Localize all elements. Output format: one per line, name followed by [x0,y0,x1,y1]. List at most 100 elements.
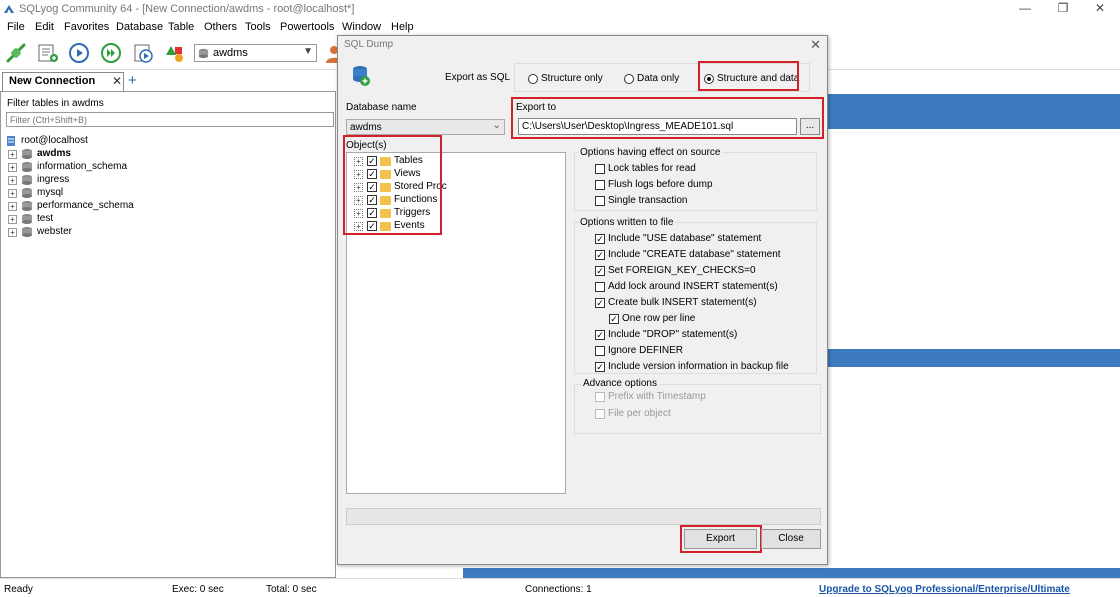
option-label: Add lock around INSERT statement(s) [608,281,778,292]
minimize-button[interactable]: — [1005,0,1045,18]
add-tab-button[interactable]: + [128,72,137,89]
checkbox[interactable]: ✓ [595,234,605,244]
database-icon [22,162,32,172]
menu-file[interactable]: File [7,21,25,33]
option-label: Create bulk INSERT statement(s) [608,297,757,308]
option-ignore-definer[interactable]: Ignore DEFINER [595,345,815,358]
radio-data-only[interactable]: Data only [624,73,694,86]
expand-icon[interactable]: + [8,228,17,237]
option-add-lock-around-insert-statement-s[interactable]: Add lock around INSERT statement(s) [595,281,815,294]
expand-icon[interactable]: + [8,176,17,185]
checkbox[interactable]: ✓ [609,314,619,324]
option-single-transaction[interactable]: Single transaction [595,195,815,208]
checkbox[interactable]: ✓ [595,362,605,372]
expand-icon[interactable]: + [8,215,17,224]
radio-structure-only[interactable]: Structure only [528,73,618,86]
checkbox[interactable] [595,196,605,206]
expand-icon[interactable]: + [8,189,17,198]
execute-query-icon[interactable] [67,41,91,65]
highlight-box-export-type [698,61,799,91]
schema-designer-icon[interactable] [163,41,187,65]
option-label: One row per line [622,313,696,324]
option-set-foreign-key-checks-0[interactable]: ✓ Set FOREIGN_KEY_CHECKS=0 [595,265,815,278]
tree-item-label: test [37,213,54,224]
radio-circle [528,74,538,84]
execute-all-icon[interactable] [99,41,123,65]
tab-label: New Connection [9,75,96,87]
database-name-combo[interactable]: awdms ⌄ [346,119,505,135]
new-query-icon[interactable] [36,41,60,65]
option-include-drop-statement-s[interactable]: ✓ Include "DROP" statement(s) [595,329,815,342]
dialog-close-icon[interactable]: ✕ [810,37,821,53]
menu-bar: File Edit Favorites Database Table Other… [0,19,1120,36]
result-header [828,349,1120,367]
option-label: Include version information in backup fi… [608,361,789,372]
database-icon [198,48,209,59]
checkbox[interactable]: ✓ [595,266,605,276]
filter-input[interactable] [6,112,334,127]
option-label: Include "CREATE database" statement [608,249,781,260]
execute-edit-icon[interactable] [131,41,155,65]
menu-edit[interactable]: Edit [35,21,54,33]
menu-tools[interactable]: Tools [245,21,271,33]
checkbox[interactable]: ✓ [595,250,605,260]
maximize-button[interactable]: ❐ [1043,0,1083,18]
option-label: Ignore DEFINER [608,345,684,356]
option-flush-logs-before-dump[interactable]: Flush logs before dump [595,179,815,192]
tree-item-label: information_schema [37,161,128,172]
database-name-value: awdms [350,122,382,133]
checkbox[interactable] [595,164,605,174]
menu-help[interactable]: Help [391,21,414,33]
menu-window[interactable]: Window [342,21,381,33]
filter-label: Filter tables in awdms [7,98,104,109]
database-select[interactable]: awdms ▼ [194,44,317,62]
checkbox[interactable] [595,180,605,190]
expand-icon[interactable]: + [8,202,17,211]
chevron-down-icon: ▼ [303,46,313,57]
checkbox[interactable]: ✓ [595,330,605,340]
menu-powertools[interactable]: Powertools [280,21,334,33]
option-label: Single transaction [608,195,688,206]
option-label: Set FOREIGN_KEY_CHECKS=0 [608,265,756,276]
window-title: SQLyog Community 64 - [New Connection/aw… [19,3,355,15]
title-bar: SQLyog Community 64 - [New Connection/aw… [0,0,1120,18]
menu-database[interactable]: Database [116,21,163,33]
option-label: Include "USE database" statement [608,233,762,244]
option-lock-tables-for-read[interactable]: Lock tables for read [595,163,815,176]
tree-item-label: webster [37,226,73,237]
sql-dump-icon [353,66,370,86]
sqlyog-logo-icon [4,5,14,13]
menu-table[interactable]: Table [168,21,194,33]
option-label: File per object [608,408,671,419]
close-window-button[interactable]: ✕ [1080,0,1120,18]
tree-item-label: mysql [37,187,64,198]
menu-favorites[interactable]: Favorites [64,21,109,33]
option-create-bulk-insert-statement-s[interactable]: ✓ Create bulk INSERT statement(s) [595,297,815,310]
option-include-version-information-in-backup-file[interactable]: ✓ Include version information in backup f… [595,361,815,374]
highlight-box-objects [343,135,442,235]
tree-item-label: performance_schema [37,200,134,211]
close-button[interactable]: Close [761,529,821,549]
database-icon [22,214,32,224]
option-include-create-database-statement[interactable]: ✓ Include "CREATE database" statement [595,249,815,262]
option-one-row-per-line[interactable]: ✓ One row per line [609,313,829,326]
expand-icon[interactable]: + [8,163,17,172]
tab-new-connection[interactable]: New Connection ✕ [2,72,124,91]
advance-options-title: Advance options [581,378,659,389]
source-options-title: Options having effect on source [578,147,723,158]
expand-icon[interactable]: + [8,150,17,159]
database-icon [22,149,32,159]
upgrade-link[interactable]: Upgrade to SQLyog Professional/Enterpris… [819,584,1070,595]
bottom-band [463,568,1120,578]
option-label: Lock tables for read [608,163,696,174]
option-include-use-database-statement[interactable]: ✓ Include "USE database" statement [595,233,815,246]
checkbox[interactable] [595,282,605,292]
connect-icon[interactable] [4,41,28,65]
exec-time: Exec: 0 sec [172,584,224,595]
checkbox[interactable] [595,346,605,356]
checkbox[interactable]: ✓ [595,298,605,308]
close-tab-icon[interactable]: ✕ [112,74,122,88]
menu-others[interactable]: Others [204,21,237,33]
dialog-title: SQL Dump [344,39,394,50]
highlight-box-export-button [680,525,762,553]
